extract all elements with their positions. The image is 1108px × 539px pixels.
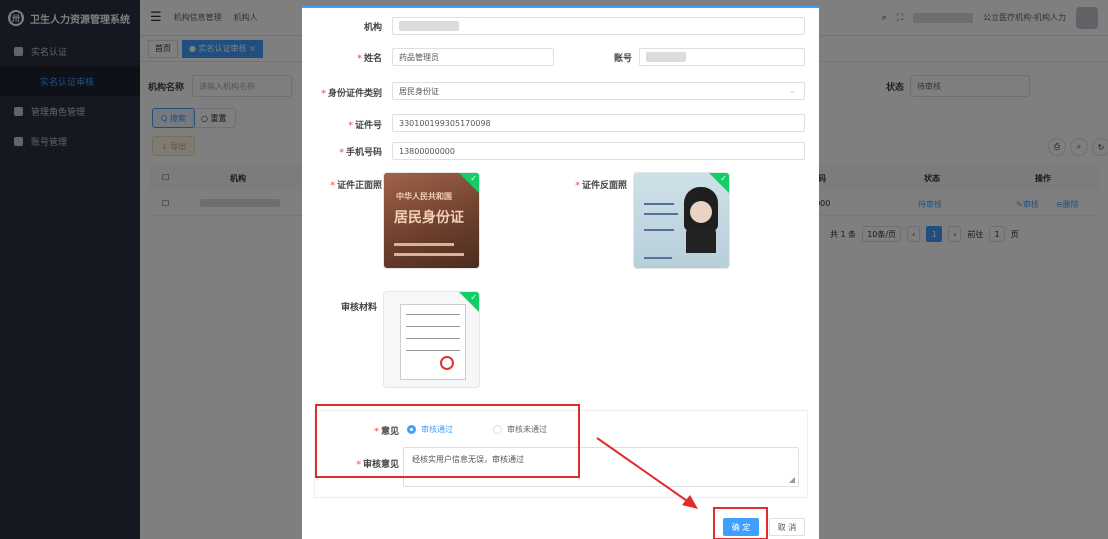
- id-text-line: [644, 213, 678, 215]
- annotation-arrow-icon: [596, 437, 698, 509]
- id-front-line2: 居民身份证: [394, 210, 464, 226]
- id-back-image[interactable]: ✓: [633, 172, 730, 269]
- idno-field[interactable]: 330100199305170098: [392, 114, 805, 132]
- blurred-text: [399, 21, 459, 31]
- doc-line: [406, 314, 460, 315]
- account-label: 账号: [613, 54, 632, 64]
- name-field[interactable]: 药品管理员: [392, 48, 554, 66]
- confirm-button[interactable]: 确 定: [723, 518, 759, 536]
- chevron-down-icon: ⌄: [788, 86, 796, 96]
- account-field[interactable]: [639, 48, 805, 66]
- annotation-highlight-opinion: [315, 404, 580, 478]
- cancel-button[interactable]: 取 消: [769, 518, 805, 536]
- uploaded-check-icon: ✓: [459, 173, 479, 193]
- document-thumbnail: [400, 304, 466, 380]
- idno-label: * 证件号: [348, 121, 382, 131]
- audit-dialog: 机构 * 姓名 药品管理员 账号 * 身份证件类别 居民身份证 ⌄ * 证件号 330…: [302, 6, 819, 539]
- id-front-line1: 中华人民共和国: [396, 192, 452, 201]
- id-back-label: * 证件反面照: [575, 181, 627, 191]
- id-text-line: [644, 257, 672, 259]
- doc-line: [406, 350, 460, 351]
- resize-handle-icon[interactable]: ◢: [789, 475, 795, 484]
- blurred-text: [646, 52, 686, 62]
- phone-label: * 手机号码: [339, 148, 382, 158]
- photo-body: [686, 227, 716, 253]
- id-text-line: [644, 229, 674, 231]
- phone-field[interactable]: 13800000000: [392, 142, 805, 160]
- id-front-label: * 证件正面照: [330, 181, 382, 191]
- id-text-line: [644, 203, 674, 205]
- idtype-label: * 身份证件类别: [321, 89, 382, 99]
- id-text-line: [394, 253, 464, 256]
- id-text-line: [394, 243, 454, 246]
- photo-face: [690, 201, 712, 223]
- name-label: * 姓名: [357, 54, 382, 64]
- material-label: 审核材料: [340, 303, 377, 313]
- doc-line: [406, 326, 460, 327]
- audit-material-image[interactable]: ✓: [383, 291, 480, 388]
- idtype-select[interactable]: 居民身份证 ⌄: [392, 82, 805, 100]
- doc-line: [406, 338, 460, 339]
- org-label: 机构: [363, 23, 382, 33]
- id-front-image[interactable]: 中华人民共和国 居民身份证 ✓: [383, 172, 480, 269]
- org-field[interactable]: [392, 17, 805, 35]
- idtype-value: 居民身份证: [399, 86, 439, 96]
- stamp-icon: [440, 356, 454, 370]
